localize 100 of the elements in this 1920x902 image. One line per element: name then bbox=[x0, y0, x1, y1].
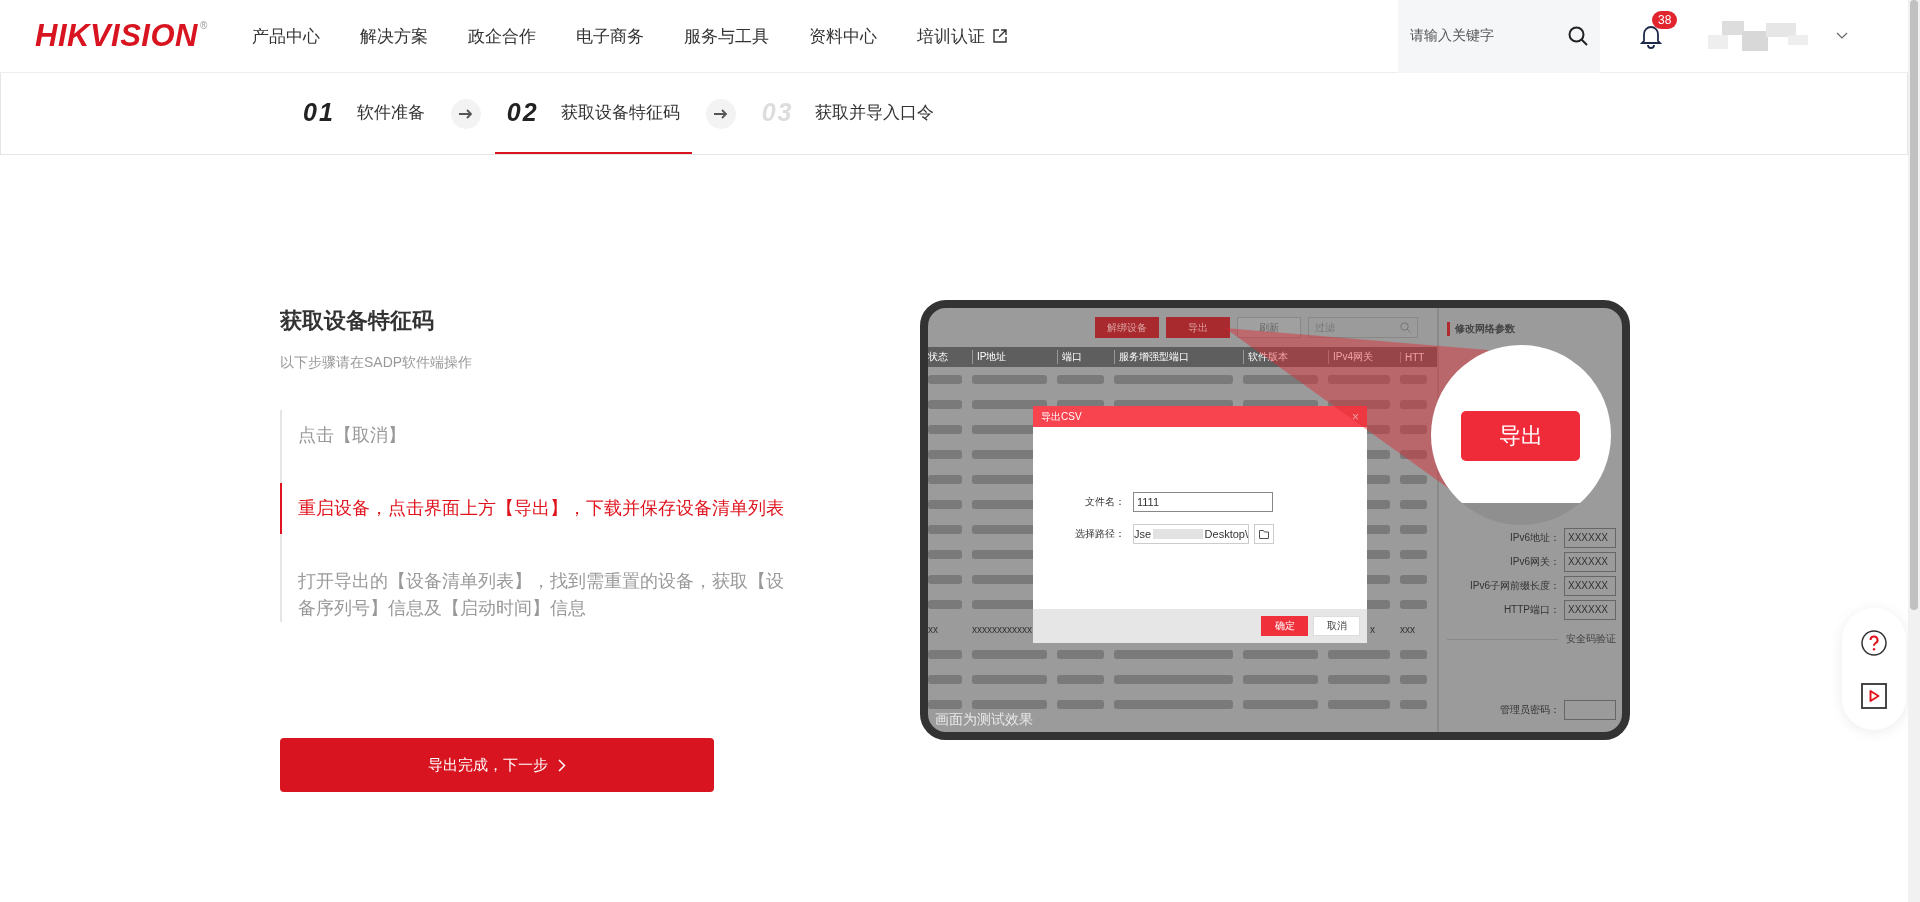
dialog-title: 导出CSV bbox=[1041, 409, 1082, 424]
step-tab[interactable]: 02 获取设备特征码 bbox=[494, 73, 692, 154]
placeholder-bar bbox=[928, 375, 962, 384]
placeholder-bar bbox=[928, 550, 962, 559]
placeholder-bar bbox=[1328, 650, 1390, 659]
table-cell-text: xxx bbox=[1400, 624, 1416, 635]
chevron-right-icon bbox=[558, 758, 566, 772]
input-field[interactable]: XXXXXX bbox=[1564, 576, 1616, 596]
input-field[interactable]: XXXXXX bbox=[1564, 528, 1616, 548]
instruction-step[interactable]: 打开导出的【设备清单列表】，找到需重置的设备，获取【设备序列号】信息及【启动时间】信息 bbox=[280, 556, 788, 622]
placeholder-bar bbox=[928, 575, 962, 584]
placeholder-bar bbox=[1400, 700, 1427, 709]
nav-link[interactable]: 电子商务 bbox=[575, 24, 644, 48]
next-step-button[interactable]: 导出完成，下一步 bbox=[280, 738, 714, 792]
field-label: 管理员密码： bbox=[1500, 703, 1560, 717]
nav-link[interactable]: 培训认证 bbox=[916, 24, 1007, 48]
toolbar-button[interactable]: 导出 bbox=[1166, 317, 1230, 338]
column-header: IP地址 bbox=[972, 350, 1057, 364]
instruction-step[interactable]: 重启设备，点击界面上方【导出】，下载并保存设备清单列表 bbox=[280, 483, 788, 534]
external-link-icon bbox=[992, 29, 1007, 43]
table-cell-text: xx bbox=[928, 624, 939, 635]
placeholder-bar bbox=[1400, 500, 1427, 509]
column-header: 服务增强型端口 bbox=[1114, 350, 1243, 364]
video-icon[interactable] bbox=[1861, 682, 1887, 709]
placeholder-bar bbox=[928, 450, 962, 459]
column-header: 状态 bbox=[928, 350, 949, 364]
field-label: IPv6子网前缀长度： bbox=[1470, 579, 1560, 593]
placeholder-bar bbox=[928, 500, 962, 509]
placeholder-bar bbox=[1057, 375, 1104, 384]
instruction-step[interactable]: 点击【取消】 bbox=[280, 410, 788, 461]
placeholder-bar bbox=[1057, 700, 1104, 709]
field-label: IPv6网关： bbox=[1510, 555, 1560, 569]
nav-link[interactable]: 产品中心 bbox=[251, 24, 320, 48]
input-field[interactable]: XXXXXX bbox=[1564, 600, 1616, 620]
scrollbar[interactable] bbox=[1908, 0, 1920, 902]
placeholder-bar bbox=[1400, 525, 1427, 534]
field-label: HTTP端口： bbox=[1503, 603, 1560, 617]
placeholder-bar bbox=[928, 700, 962, 709]
registered-mark: ® bbox=[199, 20, 208, 31]
column-header: 软件版本 bbox=[1243, 350, 1328, 364]
placeholder-bar bbox=[928, 650, 962, 659]
folder-icon bbox=[1259, 529, 1269, 539]
step-tab[interactable]: 01 软件准备 bbox=[291, 73, 437, 154]
nav-link[interactable]: 政企合作 bbox=[467, 24, 536, 48]
placeholder-bar bbox=[1057, 650, 1104, 659]
column-header: 端口 bbox=[1057, 350, 1114, 364]
step-label: 软件准备 bbox=[356, 102, 425, 124]
column-header: IPv4网关 bbox=[1328, 350, 1400, 364]
preview-caption: 画面为测试效果 bbox=[935, 711, 1033, 729]
placeholder-bar bbox=[928, 600, 962, 609]
field-label: 选择路径： bbox=[1074, 527, 1126, 541]
nav-link[interactable]: 服务与工具 bbox=[683, 24, 769, 48]
field-label: 文件名： bbox=[1084, 495, 1126, 509]
browse-button[interactable] bbox=[1254, 524, 1274, 544]
placeholder-bar bbox=[928, 525, 962, 534]
password-field[interactable] bbox=[1564, 700, 1616, 720]
filename-field[interactable]: 1111 bbox=[1133, 492, 1273, 512]
placeholder-bar bbox=[1328, 675, 1390, 684]
placeholder-bar bbox=[928, 425, 962, 434]
placeholder-bar bbox=[1400, 475, 1427, 484]
placeholder-bar bbox=[1400, 650, 1427, 659]
placeholder-bar bbox=[1328, 700, 1390, 709]
help-icon[interactable] bbox=[1861, 629, 1887, 656]
toolbar-button[interactable]: 解绑设备 bbox=[1095, 317, 1159, 338]
section-title: 获取设备特征码 bbox=[280, 307, 435, 335]
step-label: 获取设备特征码 bbox=[560, 102, 680, 124]
search-field[interactable]: 请输入关键字 bbox=[1398, 0, 1600, 73]
path-field[interactable]: Jse Desktop\ bbox=[1133, 524, 1249, 544]
table-cell-text: x bbox=[1370, 624, 1376, 635]
placeholder-bar bbox=[1400, 600, 1427, 609]
divider-label: 安全码验证 bbox=[1566, 632, 1616, 646]
field-label: IPv6地址： bbox=[1510, 531, 1560, 545]
confirm-button[interactable]: 确定 bbox=[1261, 616, 1308, 636]
search-icon[interactable] bbox=[1568, 26, 1588, 46]
section-subtitle: 以下步骤请在SADP软件端操作 bbox=[280, 353, 474, 372]
panel-heading: 修改网络参数 bbox=[1447, 322, 1616, 336]
placeholder-bar bbox=[928, 475, 962, 484]
cancel-button[interactable]: 取消 bbox=[1313, 616, 1360, 636]
logo[interactable]: HIKVISION bbox=[35, 18, 198, 54]
step-number: 02 bbox=[506, 98, 539, 127]
notification-badge: 38 bbox=[1652, 11, 1678, 29]
placeholder-bar bbox=[1400, 550, 1427, 559]
export-button[interactable]: 导出 bbox=[1461, 411, 1580, 461]
placeholder-bar bbox=[1400, 450, 1427, 459]
placeholder-bar bbox=[928, 675, 962, 684]
search-icon bbox=[1400, 322, 1411, 333]
nav-link[interactable]: 资料中心 bbox=[808, 24, 877, 48]
step-label: 获取并导入口令 bbox=[815, 102, 935, 124]
chevron-down-icon[interactable] bbox=[1836, 32, 1848, 40]
placeholder-bar bbox=[1400, 575, 1427, 584]
arrow-right-icon bbox=[705, 98, 736, 129]
input-field[interactable]: XXXXXX bbox=[1564, 552, 1616, 572]
arrow-right-icon bbox=[450, 98, 481, 129]
placeholder-bar bbox=[1400, 675, 1427, 684]
step-number: 01 bbox=[303, 98, 335, 127]
table-cell-text: xxxxxxxxxxxx bbox=[972, 624, 1033, 635]
placeholder-bar bbox=[1057, 675, 1104, 684]
placeholder-bar bbox=[928, 400, 962, 409]
nav-link[interactable]: 解决方案 bbox=[359, 24, 428, 48]
bell-icon[interactable] bbox=[1638, 23, 1664, 49]
